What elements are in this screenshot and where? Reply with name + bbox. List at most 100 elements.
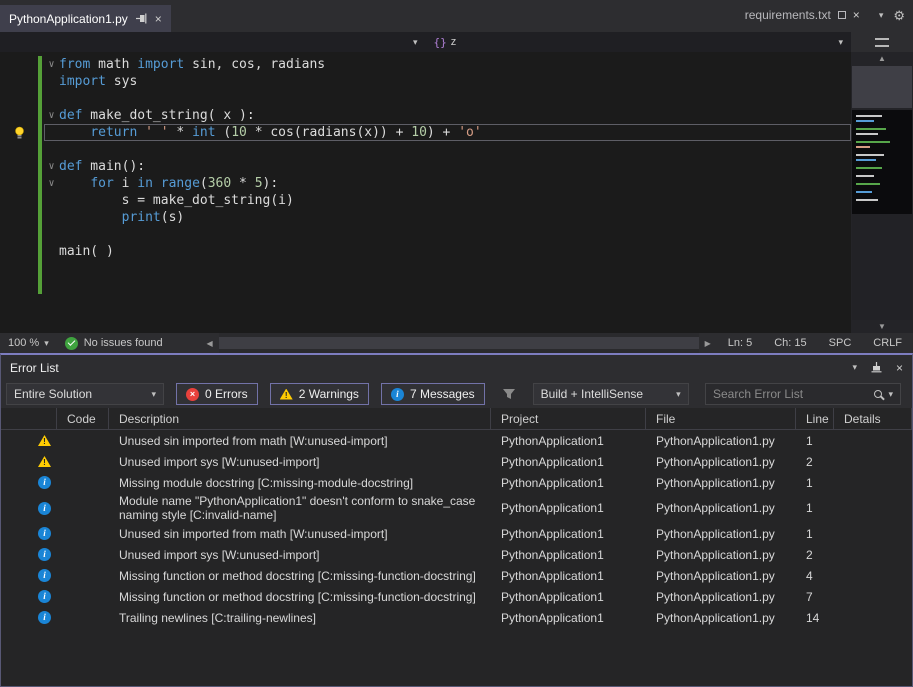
collapse-chevron-icon[interactable]: ∨ bbox=[44, 107, 59, 124]
panel-title-icons: ▾ × bbox=[852, 361, 903, 374]
line-cell: 1 bbox=[796, 475, 834, 491]
change-tracking-bar bbox=[38, 107, 42, 124]
horizontal-scrollbar-thumb[interactable] bbox=[219, 337, 699, 349]
project-cell: PythonApplication1 bbox=[491, 568, 646, 584]
error-row[interactable]: iTrailing newlines [C:trailing-newlines]… bbox=[1, 607, 912, 628]
issues-indicator: No issues found bbox=[57, 337, 171, 350]
column-header-description[interactable]: Description bbox=[109, 408, 491, 429]
scope-glyph-icon: {} bbox=[434, 36, 447, 49]
tab-requirements[interactable]: requirements.txt × bbox=[736, 2, 869, 28]
messages-filter-button[interactable]: i 7 Messages bbox=[381, 383, 485, 405]
outline-gutter bbox=[44, 124, 59, 141]
scroll-up-icon[interactable]: ▲ bbox=[851, 52, 913, 65]
code-line bbox=[0, 90, 851, 107]
column-header-file[interactable]: File bbox=[646, 408, 796, 429]
code-cell bbox=[57, 533, 109, 535]
scope-filter-dropdown[interactable]: Entire Solution ▾ bbox=[6, 383, 164, 405]
error-row[interactable]: iMissing function or method docstring [C… bbox=[1, 565, 912, 586]
document-tab-strip: PythonApplication1.py × requirements.txt… bbox=[0, 0, 913, 32]
error-row[interactable]: iMissing module docstring [C:missing-mod… bbox=[1, 472, 912, 493]
chevron-down-icon[interactable]: ▾ bbox=[888, 390, 893, 399]
code-line: return ' ' * int (10 * cos(radians(x)) +… bbox=[0, 124, 851, 141]
minimap-line bbox=[856, 146, 870, 148]
close-tab-icon[interactable]: × bbox=[853, 9, 860, 21]
details-cell bbox=[834, 482, 912, 484]
close-panel-icon[interactable]: × bbox=[896, 362, 903, 374]
error-list-toolbar: Entire Solution ▾ × 0 Errors ! 2 Warning… bbox=[1, 380, 912, 408]
code-text: main( ) bbox=[59, 243, 851, 260]
description-cell: Missing function or method docstring [C:… bbox=[109, 568, 491, 584]
error-row[interactable]: !Unused sin imported from math [W:unused… bbox=[1, 430, 912, 451]
project-scope-dropdown[interactable]: ▾ bbox=[0, 32, 426, 52]
error-row[interactable]: iUnused import sys [W:unused-import]Pyth… bbox=[1, 544, 912, 565]
project-cell: PythonApplication1 bbox=[491, 454, 646, 470]
scroll-down-icon[interactable]: ▼ bbox=[851, 320, 913, 333]
column-header-project[interactable]: Project bbox=[491, 408, 646, 429]
column-header-code[interactable]: Code bbox=[57, 408, 109, 429]
collapse-chevron-icon[interactable]: ∨ bbox=[44, 175, 59, 192]
search-icon[interactable] bbox=[874, 390, 882, 398]
description-cell: Unused sin imported from math [W:unused-… bbox=[109, 526, 491, 542]
member-scope-dropdown[interactable]: {} z ▾ bbox=[426, 32, 852, 52]
zoom-dropdown[interactable]: 100 % ▾ bbox=[0, 337, 57, 349]
project-cell: PythonApplication1 bbox=[491, 500, 646, 516]
error-row[interactable]: iModule name "PythonApplication1" doesn'… bbox=[1, 493, 912, 523]
collapse-chevron-icon[interactable]: ∨ bbox=[44, 158, 59, 175]
column-header-line[interactable]: Line bbox=[796, 408, 834, 429]
lightbulb-quick-action-icon[interactable] bbox=[0, 124, 38, 141]
source-filter-dropdown[interactable]: Build + IntelliSense ▾ bbox=[533, 383, 689, 405]
error-row[interactable]: iUnused sin imported from math [W:unused… bbox=[1, 523, 912, 544]
column-header-severity[interactable] bbox=[1, 408, 57, 429]
search-input[interactable] bbox=[713, 387, 868, 401]
pin-panel-icon[interactable] bbox=[870, 361, 883, 374]
error-row[interactable]: iMissing function or method docstring [C… bbox=[1, 586, 912, 607]
pin-tab-icon[interactable] bbox=[135, 12, 148, 25]
close-tab-icon[interactable]: × bbox=[155, 13, 162, 25]
details-cell bbox=[834, 596, 912, 598]
file-cell: PythonApplication1.py bbox=[646, 454, 796, 470]
tab-pythonapplication1[interactable]: PythonApplication1.py × bbox=[0, 5, 171, 32]
horizontal-scrollbar-track[interactable] bbox=[219, 333, 699, 353]
editor-split-handle[interactable] bbox=[851, 32, 913, 52]
warning-triangle-icon: ! bbox=[280, 389, 293, 400]
warnings-filter-button[interactable]: ! 2 Warnings bbox=[270, 383, 369, 405]
code-minimap[interactable] bbox=[852, 110, 912, 214]
column-header-details[interactable]: Details bbox=[834, 408, 912, 429]
scroll-left-icon[interactable]: ◀ bbox=[201, 333, 219, 353]
chevron-down-icon: ▾ bbox=[143, 390, 156, 399]
code-editor[interactable]: ∨from math import sin, cos, radiansimpor… bbox=[0, 52, 851, 333]
info-circle-icon: i bbox=[38, 502, 51, 515]
code-text bbox=[59, 260, 851, 277]
code-text: from math import sin, cos, radians bbox=[59, 56, 851, 73]
info-circle-icon: i bbox=[38, 476, 51, 489]
code-cell bbox=[57, 461, 109, 463]
navigation-row: ▾ {} z ▾ bbox=[0, 32, 913, 52]
error-list-title-bar[interactable]: Error List ▾ × bbox=[1, 355, 912, 380]
panel-title: Error List bbox=[10, 361, 59, 375]
code-line: print(s) bbox=[0, 209, 851, 226]
file-cell: PythonApplication1.py bbox=[646, 526, 796, 542]
scroll-right-icon[interactable]: ▶ bbox=[699, 333, 717, 353]
info-circle-icon: i bbox=[38, 590, 51, 603]
glyph-margin bbox=[0, 175, 38, 192]
file-cell: PythonApplication1.py bbox=[646, 610, 796, 626]
file-cell: PythonApplication1.py bbox=[646, 500, 796, 516]
tab-list-dropdown-icon[interactable]: ▾ bbox=[879, 11, 884, 20]
errors-filter-button[interactable]: × 0 Errors bbox=[176, 383, 258, 405]
warning-triangle-icon: ! bbox=[38, 435, 51, 446]
horizontal-scrollbar[interactable]: ◀ ▶ bbox=[201, 333, 717, 353]
map-viewport-indicator[interactable] bbox=[852, 66, 912, 108]
collapse-chevron-icon[interactable]: ∨ bbox=[44, 56, 59, 73]
details-cell bbox=[834, 461, 912, 463]
scrollbar-track[interactable] bbox=[852, 214, 912, 320]
code-text: return ' ' * int (10 * cos(radians(x)) +… bbox=[59, 124, 851, 141]
error-row[interactable]: !Unused import sys [W:unused-import]Pyth… bbox=[1, 451, 912, 472]
keep-open-icon[interactable] bbox=[838, 11, 846, 19]
space-indicator: SPC bbox=[818, 337, 863, 349]
document-options-gear-icon[interactable]: ⚙ bbox=[893, 9, 905, 22]
window-position-dropdown-icon[interactable]: ▾ bbox=[852, 363, 857, 372]
filter-button[interactable] bbox=[497, 383, 521, 405]
vertical-scrollbar-map[interactable]: ▲ ▼ bbox=[851, 52, 913, 333]
info-circle-icon: i bbox=[391, 388, 404, 401]
error-list-panel: Error List ▾ × Entire Solution ▾ × 0 Err… bbox=[0, 353, 913, 687]
